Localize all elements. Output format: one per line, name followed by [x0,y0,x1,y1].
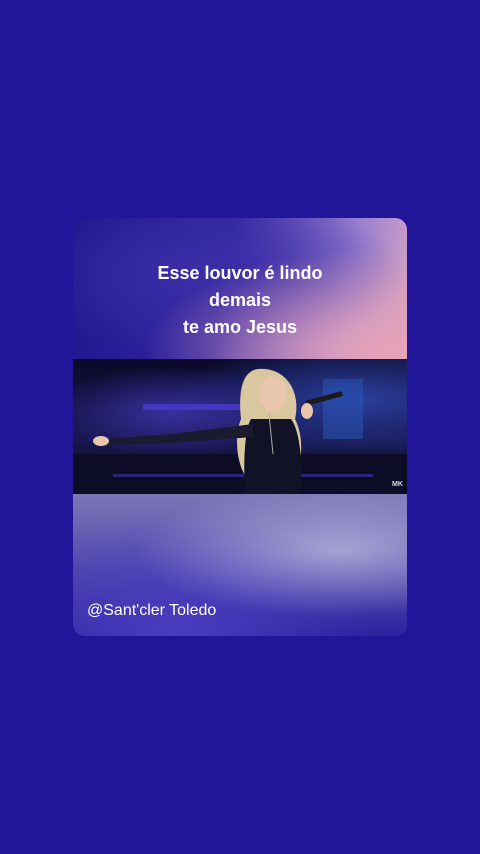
watermark-logo: MK [392,481,403,488]
video-player[interactable]: MK [73,359,407,494]
caption-line-3: te amo Jesus [182,317,298,337]
caption-line-2: demais [208,290,272,310]
post-caption: Esse louvor é lindo demais te amo Jesus [73,260,407,341]
caption-panel: Esse louvor é lindo demais te amo Jesus [73,218,407,359]
username-label: @Sant'cler Toledo [87,602,217,619]
footer-panel: @Sant'cler Toledo [73,494,407,636]
video-frame [73,368,407,494]
post-card: Esse louvor é lindo demais te amo Jesus [73,218,407,636]
caption-line-1: Esse louvor é lindo [157,263,323,283]
